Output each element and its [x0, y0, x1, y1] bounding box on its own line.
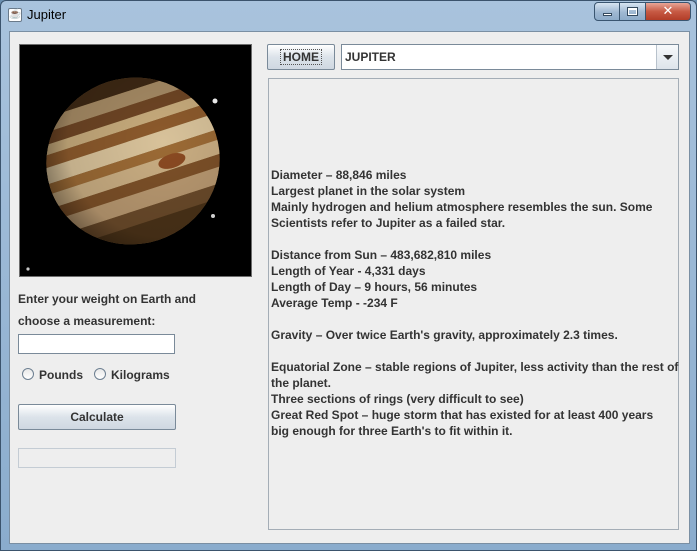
close-icon: ✕	[662, 4, 674, 19]
info-line: Diameter – 88,846 miles	[271, 168, 407, 182]
info-line: Scientists refer to Jupiter as a failed …	[271, 216, 506, 230]
info-line: Great Red Spot – huge storm that has exi…	[271, 408, 654, 422]
radio-pounds-label[interactable]: Pounds	[39, 368, 83, 382]
content-pane: Enter your weight on Earth and choose a …	[9, 31, 690, 544]
minimize-button[interactable]	[594, 2, 620, 21]
info-line: Mainly hydrogen and helium atmosphere re…	[271, 200, 653, 214]
info-line: Distance from Sun – 483,682,810 miles	[271, 248, 492, 262]
close-button[interactable]: ✕	[646, 2, 691, 21]
radio-kilograms-label[interactable]: Kilograms	[111, 368, 170, 382]
planet-info-panel: Diameter – 88,846 miles Largest planet i…	[268, 78, 679, 530]
info-line: Average Temp - -234 F	[271, 296, 398, 310]
home-button[interactable]: HOME	[267, 44, 335, 70]
info-line: the planet.	[271, 376, 332, 390]
info-line: Largest planet in the solar system	[271, 184, 466, 198]
weight-input[interactable]	[18, 334, 175, 354]
jupiter-image	[19, 44, 252, 277]
result-field	[18, 448, 176, 468]
info-line: Length of Year - 4,331 days	[271, 264, 426, 278]
weight-prompt-line2: choose a measurement:	[18, 314, 156, 328]
application-window: ☕ Jupiter ✕ Enter your weight on Earth a…	[0, 0, 697, 551]
info-line: Three sections of rings (very difficult …	[271, 392, 524, 406]
maximize-button[interactable]	[620, 2, 646, 21]
weight-prompt-line1: Enter your weight on Earth and	[18, 292, 197, 306]
radio-pounds[interactable]	[22, 368, 34, 380]
java-cup-icon: ☕	[8, 8, 22, 22]
calculate-button[interactable]: Calculate	[18, 404, 176, 430]
info-line: big enough for three Earth's to fit with…	[271, 424, 513, 438]
window-controls: ✕	[594, 2, 691, 21]
planet-dropdown-value: JUPITER	[345, 50, 396, 64]
chevron-down-icon[interactable]	[656, 45, 678, 69]
planet-dropdown[interactable]: JUPITER	[341, 44, 679, 70]
home-button-label: HOME	[280, 49, 322, 65]
maximize-icon	[627, 7, 638, 16]
info-line: Equatorial Zone – stable regions of Jupi…	[271, 360, 679, 374]
window-title: Jupiter	[27, 7, 67, 22]
info-line: Length of Day – 9 hours, 56 minutes	[271, 280, 478, 294]
radio-kilograms[interactable]	[94, 368, 106, 380]
title-bar[interactable]: ☕ Jupiter ✕	[1, 1, 696, 29]
info-line: Gravity – Over twice Earth's gravity, ap…	[271, 328, 618, 342]
minimize-icon	[602, 13, 612, 16]
